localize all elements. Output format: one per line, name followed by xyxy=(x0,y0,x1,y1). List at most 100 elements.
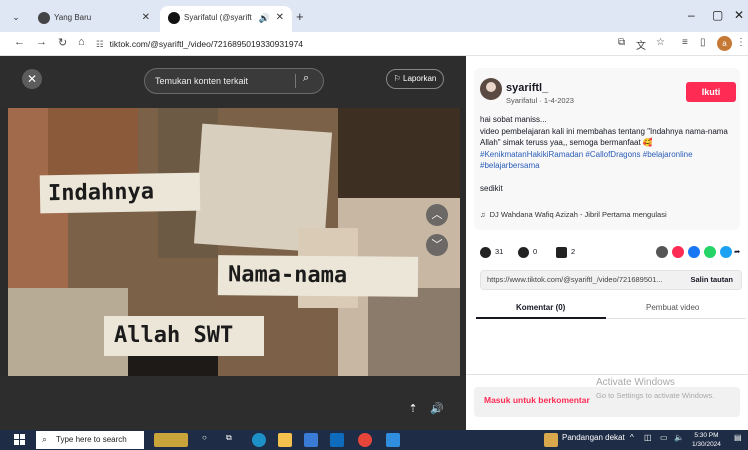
network-icon[interactable]: ◫ xyxy=(644,433,652,442)
browser-tab-strip: ⌄ Yang Baru ✕ Syarifatul (@syariftl_) | … xyxy=(0,0,748,32)
report-button[interactable]: ⚐ Laporkan xyxy=(386,69,444,89)
collage-bg-right-top xyxy=(338,108,460,198)
back-arrow-icon[interactable]: ← xyxy=(14,36,25,48)
comment-count: 0 xyxy=(533,247,538,256)
facebook-share-icon[interactable] xyxy=(688,246,700,258)
store-icon[interactable] xyxy=(304,433,318,447)
music-note-icon: ♫ xyxy=(480,210,486,219)
taskbar-search-input[interactable]: ⌕ Type here to search xyxy=(36,431,144,449)
volume-icon[interactable]: 🔊 xyxy=(428,400,446,418)
system-clock[interactable]: 5:30 PM 1/30/2024 xyxy=(692,431,721,449)
clock-date: 1/30/2024 xyxy=(692,441,721,448)
close-video-button[interactable]: ✕ xyxy=(22,69,42,89)
cortana-circle-icon[interactable]: ○ xyxy=(202,433,207,442)
browser-toolbar: ← → ↻ ⌂ ☷ tiktok.com/@syariftl_/video/721… xyxy=(0,32,748,56)
send-friends-share-icon[interactable] xyxy=(672,246,684,258)
new-tab-button[interactable]: + xyxy=(296,9,304,24)
sidebar-icon[interactable]: ▯ xyxy=(700,37,706,48)
activate-windows-subtitle: Go to Settings to activate Windows. xyxy=(596,391,715,400)
taskbar-widget-icon[interactable] xyxy=(154,433,188,447)
tab-creator-videos[interactable]: Pembuat video xyxy=(646,300,699,316)
tab-yang-baru[interactable]: Yang Baru ✕ xyxy=(30,6,158,32)
music-link[interactable]: ♫ DJ Wahdana Wafiq Azizah - Jibril Pertam… xyxy=(480,210,667,219)
close-window-button[interactable]: ✕ xyxy=(734,8,744,22)
video-detail-panel: syariftl_ Syarifatul · 1-4-2023 Ikuti ha… xyxy=(466,56,748,430)
tab-search-icon[interactable]: ⌄ xyxy=(8,9,24,25)
video-bottom-bar xyxy=(0,376,466,430)
reload-icon[interactable]: ↻ xyxy=(58,36,67,49)
creator-username[interactable]: syariftl_ xyxy=(506,82,548,94)
translate-icon[interactable]: 文 xyxy=(636,37,646,52)
speaker-icon[interactable]: 🔈 xyxy=(674,433,684,442)
address-bar[interactable]: ☷ tiktok.com/@syariftl_/video/72168950193… xyxy=(96,35,616,53)
video-player[interactable]: ✕ Temukan konten terkait ⌕ ⚐ Laporkan In… xyxy=(0,56,466,430)
forward-arrow-icon[interactable]: → xyxy=(36,36,47,48)
search-icon: ⌕ xyxy=(42,434,48,444)
comment-icon xyxy=(518,246,529,258)
home-icon[interactable]: ⌂ xyxy=(78,36,85,48)
install-app-icon[interactable]: ⧉ xyxy=(618,37,625,48)
active-tab-indicator xyxy=(476,317,606,319)
twitter-share-icon[interactable] xyxy=(720,246,732,258)
reading-list-icon[interactable]: ≡ xyxy=(682,37,688,48)
photos-icon[interactable] xyxy=(386,433,400,447)
more-share-arrow-icon[interactable]: ➦ xyxy=(734,244,740,260)
frame-text-2: Nama-nama xyxy=(217,255,419,297)
related-search-input[interactable]: Temukan konten terkait ⌕ xyxy=(144,68,324,94)
comment-stat[interactable]: 0 xyxy=(518,244,537,260)
report-label: Laporkan xyxy=(403,74,437,83)
file-explorer-icon[interactable] xyxy=(278,433,292,447)
battery-icon[interactable]: ▭ xyxy=(660,433,668,442)
tiktok-favicon-icon xyxy=(168,12,180,24)
like-count: 31 xyxy=(495,247,504,256)
menu-kebab-icon[interactable]: ⋮ xyxy=(736,37,746,48)
login-to-comment-link[interactable]: Masuk untuk berkomentar xyxy=(484,395,590,405)
windows-taskbar: ⌕ Type here to search ○ ⧉ Pandangan deka… xyxy=(0,430,748,450)
tray-chevron-up-icon[interactable]: ^ xyxy=(630,433,634,442)
engagement-stats: 31 0 2 ➦ xyxy=(480,244,740,260)
save-count: 2 xyxy=(571,247,576,256)
embed-share-icon[interactable] xyxy=(656,246,668,258)
creator-avatar[interactable] xyxy=(480,78,502,100)
clock-time: 5:30 PM xyxy=(694,432,719,439)
creator-subtitle: Syarifatul · 1-4-2023 xyxy=(506,96,574,105)
minimize-button[interactable]: – xyxy=(688,8,695,22)
tab-comments[interactable]: Komentar (0) xyxy=(516,300,565,316)
next-video-chevron-down-icon[interactable]: ﹀ xyxy=(426,234,448,256)
chrome-icon[interactable] xyxy=(358,433,372,447)
like-stat[interactable]: 31 xyxy=(480,244,503,260)
tab-close-icon[interactable]: ✕ xyxy=(142,6,150,30)
collage-mosque xyxy=(368,288,460,376)
autoscroll-icon[interactable]: ⇡ xyxy=(404,400,422,418)
edge-browser-icon[interactable] xyxy=(252,433,266,447)
collage-bg-top xyxy=(48,108,138,178)
task-view-icon[interactable]: ⧉ xyxy=(226,433,232,443)
bookmark-star-icon[interactable]: ☆ xyxy=(656,37,665,48)
weather-text[interactable]: Pandangan dekat xyxy=(562,433,625,442)
music-title: DJ Wahdana Wafiq Azizah - Jibril Pertama… xyxy=(489,210,667,219)
see-more-link[interactable]: sedikit xyxy=(480,184,503,193)
tab-tiktok[interactable]: Syarifatul (@syariftl_) | TIK 🔊 ✕ xyxy=(160,6,292,32)
previous-video-chevron-up-icon[interactable]: ︿ xyxy=(426,204,448,226)
weather-icon[interactable] xyxy=(544,433,558,447)
profile-avatar[interactable]: a xyxy=(717,36,732,51)
share-link-text: https://www.tiktok.com/@syariftl_/video/… xyxy=(487,275,663,284)
notification-icon[interactable]: ▤ xyxy=(734,433,742,442)
flag-icon: ⚐ xyxy=(393,74,401,83)
frame-text-3: Allah SWT xyxy=(104,316,264,356)
tab-audio-icon[interactable]: 🔊 xyxy=(259,6,270,30)
windows-start-icon[interactable] xyxy=(14,434,26,446)
post-hashtags[interactable]: #KenikmatanHakikiRamadan #CallofDragons … xyxy=(480,150,693,171)
share-link-field[interactable]: https://www.tiktok.com/@syariftl_/video/… xyxy=(480,270,742,290)
maximize-button[interactable]: ▢ xyxy=(712,8,723,22)
tab-close-icon[interactable]: ✕ xyxy=(276,6,284,30)
search-icon[interactable]: ⌕ xyxy=(303,72,309,85)
save-stat[interactable]: 2 xyxy=(556,244,575,260)
whatsapp-share-icon[interactable] xyxy=(704,246,716,258)
follow-button[interactable]: Ikuti xyxy=(686,82,736,102)
copy-link-button[interactable]: Salin tautan xyxy=(690,271,733,289)
search-placeholder: Temukan konten terkait xyxy=(155,76,249,86)
post-description: hai sobat maniss... video pembelajaran k… xyxy=(480,114,738,172)
site-info-icon[interactable]: ☷ xyxy=(96,39,104,49)
mail-icon[interactable] xyxy=(330,433,344,447)
